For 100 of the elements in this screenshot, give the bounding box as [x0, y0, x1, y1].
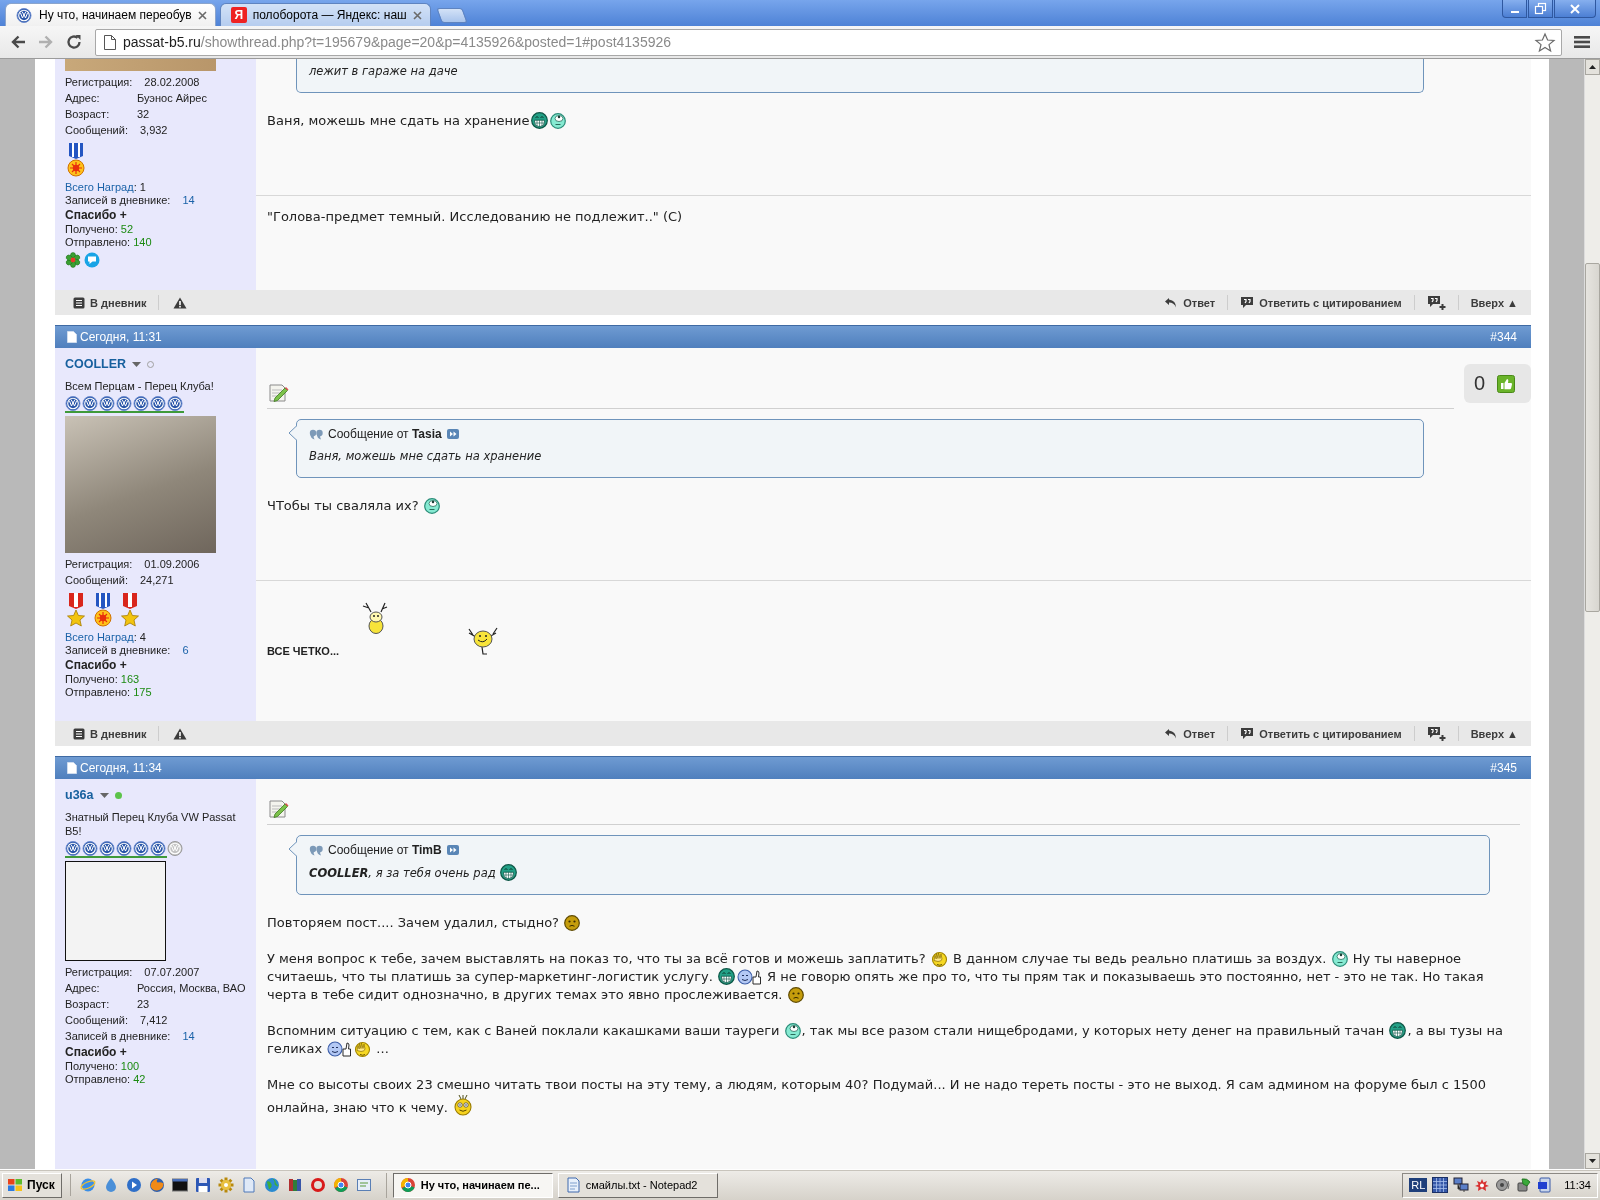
flower-icon[interactable]: [65, 252, 81, 268]
back-to-top-link[interactable]: Вверх ▲: [1458, 290, 1530, 315]
double-arrow-icon[interactable]: [446, 429, 459, 439]
ring-icon[interactable]: [309, 1177, 326, 1193]
reply-button[interactable]: Ответ: [1152, 290, 1228, 315]
site-icon: Я: [230, 7, 247, 23]
username-link[interactable]: COOLLER: [65, 357, 127, 371]
document-icon: [67, 331, 77, 343]
page-icon: [104, 34, 116, 50]
detail-label: Адрес:: [65, 982, 101, 994]
globe-icon[interactable]: [79, 1177, 96, 1193]
flag-icon: [7, 1178, 23, 1192]
globe-icon[interactable]: [148, 1177, 165, 1193]
speaker-icon[interactable]: [1495, 1177, 1512, 1193]
count-label: Отправлено:: [65, 686, 131, 699]
scrollbar-thumb[interactable]: [1585, 263, 1600, 612]
detail-label: Возраст:: [65, 108, 111, 120]
chat-bubble-icon[interactable]: [84, 252, 100, 268]
terminal-icon[interactable]: [171, 1177, 188, 1193]
caret-icon[interactable]: [132, 361, 142, 367]
quote-reply-button[interactable]: Ответить с цитированием: [1228, 721, 1414, 746]
restore-button[interactable]: [1528, 0, 1553, 18]
window-icon[interactable]: [355, 1177, 372, 1193]
awards-link[interactable]: Всего Наград: [65, 181, 134, 194]
emblem-icon: [150, 841, 166, 856]
thumbs-up-button[interactable]: [1497, 374, 1516, 393]
notepad-icon: [564, 1177, 581, 1193]
start-button[interactable]: Пуск: [2, 1172, 62, 1198]
minimize-icon: [1510, 11, 1519, 13]
likes-count: 0: [1474, 372, 1486, 395]
quote-text: лежит в гараже на даче: [309, 63, 458, 80]
detail-value: 07.07.2007: [144, 966, 200, 978]
quote-text: Ваня, можешь мне сдать на хранение: [309, 448, 542, 465]
count-value: 100: [120, 1060, 140, 1073]
warning-icon: [173, 296, 188, 309]
restore-icon: [1535, 3, 1546, 14]
quotation-icon: [309, 428, 323, 440]
grinning-smiley-icon: [717, 968, 735, 985]
bookmark-star-icon[interactable]: [1535, 32, 1555, 52]
username-link[interactable]: u36a: [65, 788, 94, 802]
language-indicator[interactable]: RL: [1409, 1178, 1428, 1192]
close-icon[interactable]: [197, 10, 207, 20]
taskbar-window-button[interactable]: Ну что, начинаем пе...: [392, 1172, 553, 1198]
quote-text: COOLLER, я за тебя очень рад: [309, 864, 519, 882]
computers-icon[interactable]: [1453, 1177, 1470, 1193]
device-icon[interactable]: [1516, 1177, 1533, 1193]
browser-tab[interactable]: Я полоборота — Яндекс: наш: [219, 3, 431, 26]
color-wheel-icon: [399, 1177, 416, 1193]
double-arrow-icon[interactable]: [446, 845, 459, 855]
minimize-button[interactable]: [1502, 0, 1527, 18]
quotation-icon: [309, 844, 323, 856]
diary-count-link[interactable]: 6: [182, 644, 189, 657]
emblem-icon: [167, 841, 183, 856]
quote-bubble-icon: [1240, 296, 1255, 309]
books-icon[interactable]: [286, 1177, 303, 1193]
quote-bubble-icon: [1240, 727, 1255, 740]
thumbs-up-smiley-icon: [736, 968, 762, 985]
user-rank-title: Знатный Перец Клуба VW Passat B5!: [65, 810, 237, 838]
notebook-icon: [73, 296, 85, 309]
browser-tab[interactable]: Ну что, начинаем переобув: [5, 3, 216, 26]
address-field[interactable]: passat-b5.ru/showthread.php?t=195679&page=20&p=4135926&posted=1#post4135926: [95, 28, 1562, 56]
grid-icon[interactable]: [1432, 1177, 1449, 1193]
scroll-up-button[interactable]: [1585, 59, 1600, 75]
badge-icon[interactable]: [1537, 1177, 1554, 1193]
color-wheel-icon[interactable]: [332, 1177, 349, 1193]
forward-arrow-icon: [38, 35, 54, 49]
earth-icon[interactable]: [263, 1177, 280, 1193]
dancing-smiley-icon: [466, 627, 500, 655]
close-icon[interactable]: [412, 10, 422, 20]
frowning-smiley-icon: [787, 987, 804, 1003]
close-button[interactable]: [1554, 0, 1596, 18]
emblem-icon: [150, 396, 166, 411]
count-label: Получено:: [65, 1060, 118, 1073]
diary-count-link[interactable]: 14: [182, 194, 195, 207]
detail-label: Сообщений:: [65, 124, 128, 136]
detail-value: 01.09.2006: [144, 558, 200, 570]
reply-button[interactable]: Ответ: [1152, 721, 1228, 746]
diary-button[interactable]: В дневник: [61, 290, 159, 315]
awards-link[interactable]: Всего Наград: [65, 631, 134, 644]
scroll-down-button[interactable]: [1585, 1153, 1600, 1169]
emblem-icon: [133, 841, 149, 856]
detail-label: Регистрация:: [65, 966, 133, 978]
eye-roll-smiley-icon: [1331, 951, 1348, 967]
gear-icon[interactable]: [217, 1177, 234, 1193]
splat-icon[interactable]: [1474, 1177, 1491, 1193]
floppy-icon[interactable]: [194, 1177, 211, 1193]
detail-value: 3,932: [139, 124, 168, 136]
back-to-top-link[interactable]: Вверх ▲: [1458, 721, 1530, 746]
diary-count-link[interactable]: 14: [182, 1030, 195, 1042]
up-arrow-icon: [1589, 65, 1596, 69]
quote-reply-button[interactable]: Ответить с цитированием: [1228, 290, 1414, 315]
caret-icon[interactable]: [99, 792, 109, 798]
diary-button[interactable]: В дневник: [61, 721, 159, 746]
count-value: 42: [133, 1073, 146, 1086]
warning-icon: [173, 727, 188, 740]
detail-value: Россия, Москва, ВАО: [137, 982, 246, 994]
play-icon[interactable]: [125, 1177, 142, 1193]
emblem-icon: [16, 7, 32, 23]
taskbar-window-button[interactable]: смайлы.txt - Notepad2: [557, 1172, 718, 1198]
detail-value: Буэнос Айрес: [137, 92, 207, 104]
